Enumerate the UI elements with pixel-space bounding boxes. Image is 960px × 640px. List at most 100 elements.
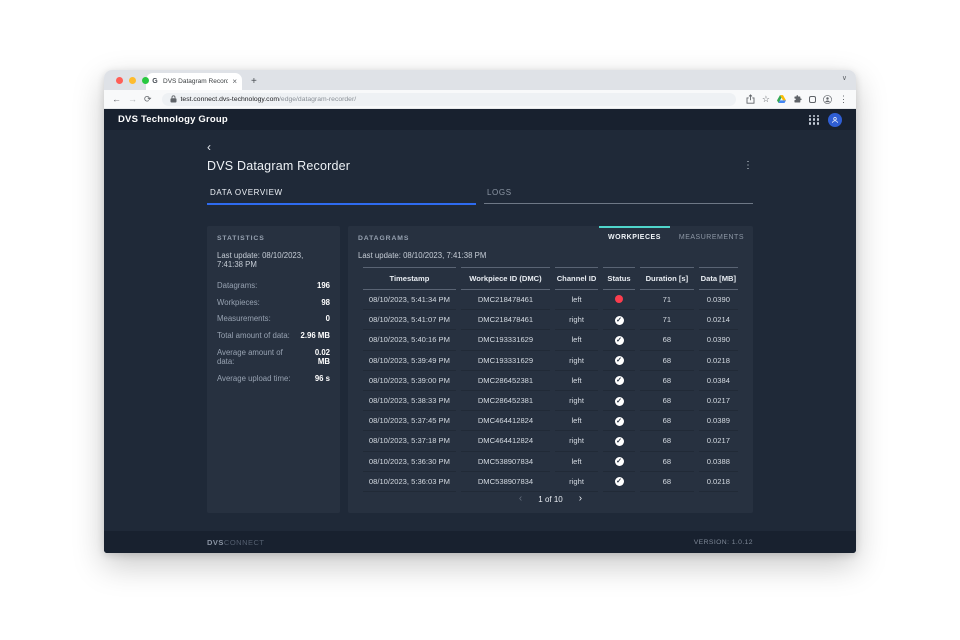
status-ok-icon: ✓ [615, 477, 624, 486]
tab-title: DVS Datagram Recorder [163, 78, 228, 85]
extensions-puzzle-icon[interactable] [793, 95, 802, 104]
column-header: Workpiece ID (DMC) [461, 267, 550, 290]
tab-workpieces[interactable]: WORKPIECES [599, 226, 670, 246]
table-row: 08/10/2023, 5:37:45 PMDMC464412824left✓6… [363, 411, 738, 431]
status-ok-icon: ✓ [615, 417, 624, 426]
page-indicator: 1 of 10 [538, 495, 562, 504]
main-tabs: DATA OVERVIEW LOGS [207, 188, 753, 205]
drive-icon[interactable] [777, 95, 786, 103]
stat-row: Measurements: 0 [217, 311, 330, 328]
stat-row: Datagrams: 196 [217, 277, 330, 294]
status-ok-icon: ✓ [615, 437, 624, 446]
back-button[interactable]: ‹ [207, 141, 211, 153]
browser-tab[interactable]: G DVS Datagram Recorder × [146, 73, 242, 90]
browser-profile-icon[interactable] [823, 95, 832, 104]
statistics-last-update: Last update: 08/10/2023, 7:41:38 PM [217, 251, 330, 269]
stat-value: 196 [317, 281, 330, 290]
close-window-button[interactable] [116, 77, 123, 84]
desktop-background: G DVS Datagram Recorder × + ∨ ← → ⟳ test… [0, 0, 960, 640]
stat-row: Average amount of data:0.02 MB [217, 344, 330, 370]
tab-logs[interactable]: LOGS [484, 188, 753, 204]
previous-page-icon[interactable]: ‹ [519, 494, 522, 504]
forward-nav-icon[interactable]: → [128, 95, 137, 104]
window-controls [116, 77, 149, 84]
table-row: 08/10/2023, 5:41:07 PMDMC218478461right✓… [363, 310, 738, 330]
datagrams-tabs: WORKPIECES MEASUREMENTS [599, 226, 753, 246]
stat-label: Measurements: [217, 314, 271, 323]
column-header: Timestamp [363, 267, 456, 290]
statistics-title: STATISTICS [217, 235, 330, 242]
close-tab-icon[interactable]: × [232, 78, 237, 86]
datagrams-card: WORKPIECES MEASUREMENTS DATAGRAMS Last u… [348, 226, 753, 513]
stat-row: Average upload time:96 s [217, 370, 330, 387]
stat-label: Workpieces: [217, 298, 260, 307]
table-row: 08/10/2023, 5:39:49 PMDMC193331629right✓… [363, 351, 738, 371]
reload-icon[interactable]: ⟳ [144, 95, 152, 104]
status-ok-icon: ✓ [615, 457, 624, 466]
status-ok-icon: ✓ [615, 336, 624, 345]
side-panel-icon[interactable] [809, 96, 816, 103]
datagrams-table: TimestampWorkpiece ID (DMC)Channel IDSta… [358, 267, 743, 492]
app-footer-bar: DVSCONNECT VERSION: 1.0.12 [104, 531, 856, 553]
status-error-icon [615, 295, 623, 303]
column-header: Channel ID [555, 267, 598, 290]
stat-value: 2.96 MB [301, 331, 330, 340]
table-row: 08/10/2023, 5:36:03 PMDMC538907834right✓… [363, 472, 738, 492]
tab-search-chevron-icon[interactable]: ∨ [842, 74, 847, 82]
column-header: Duration [s] [640, 267, 694, 290]
app-header-bar: DVS Technology Group [104, 109, 856, 130]
pagination: ‹ 1 of 10 › [348, 494, 753, 504]
browser-menu-kebab-icon[interactable]: ⋮ [839, 95, 848, 104]
table-row: 08/10/2023, 5:38:33 PMDMC286452381right✓… [363, 391, 738, 411]
status-ok-icon: ✓ [615, 376, 624, 385]
url-text: test.connect.dvs-technology.com/edge/dat… [181, 96, 357, 103]
app-viewport: DVS Technology Group ‹ DVS Datagram Reco… [104, 109, 856, 553]
footer-version: VERSION: 1.0.12 [694, 539, 753, 546]
share-icon[interactable] [746, 94, 755, 104]
status-ok-icon: ✓ [615, 316, 624, 325]
stat-row: Workpieces: 98 [217, 294, 330, 311]
table-row: 08/10/2023, 5:37:18 PMDMC464412824right✓… [363, 431, 738, 451]
back-nav-icon[interactable]: ← [112, 95, 121, 104]
tab-favicon-icon: G [151, 78, 159, 86]
table-header-row: TimestampWorkpiece ID (DMC)Channel IDSta… [363, 267, 738, 290]
brand-title: DVS Technology Group [118, 114, 228, 125]
table-row: 08/10/2023, 5:41:34 PMDMC218478461left71… [363, 290, 738, 310]
maximize-window-button[interactable] [142, 77, 149, 84]
tab-measurements[interactable]: MEASUREMENTS [670, 226, 753, 246]
page-menu-kebab-icon[interactable]: ⋮ [743, 161, 753, 171]
app-body: ‹ DVS Datagram Recorder ⋮ DATA OVERVIEW … [104, 130, 856, 531]
column-header: Status [603, 267, 635, 290]
browser-tab-strip: G DVS Datagram Recorder × + ∨ [104, 70, 856, 90]
status-ok-icon: ✓ [615, 356, 624, 365]
page-title: DVS Datagram Recorder [207, 159, 350, 173]
footer-brand: DVSCONNECT [207, 538, 265, 547]
lock-icon [170, 95, 177, 103]
apps-grid-icon[interactable] [809, 115, 819, 125]
table-row: 08/10/2023, 5:36:30 PMDMC538907834left✓6… [363, 452, 738, 472]
stat-label: Total amount of data: [217, 331, 290, 340]
table-row: 08/10/2023, 5:40:16 PMDMC193331629left✓6… [363, 330, 738, 350]
stat-label: Datagrams: [217, 281, 257, 290]
user-avatar[interactable] [828, 113, 842, 127]
stat-value: 0.02 MB [301, 348, 330, 366]
table-body: 08/10/2023, 5:41:34 PMDMC218478461left71… [363, 290, 738, 492]
browser-toolbar: ← → ⟳ test.connect.dvs-technology.com/ed… [104, 90, 856, 109]
column-header: Data [MB] [699, 267, 738, 290]
status-ok-icon: ✓ [615, 397, 624, 406]
statistics-rows: Datagrams: 196 Workpieces: 98 Measurements: 0… [217, 277, 330, 387]
next-page-icon[interactable]: › [579, 494, 582, 504]
table-row: 08/10/2023, 5:39:00 PMDMC286452381left✓6… [363, 371, 738, 391]
datagrams-last-update: Last update: 08/10/2023, 7:41:38 PM [358, 251, 743, 260]
browser-window: G DVS Datagram Recorder × + ∨ ← → ⟳ test… [104, 70, 856, 553]
stat-value: 0 [326, 314, 330, 323]
address-bar[interactable]: test.connect.dvs-technology.com/edge/dat… [162, 93, 736, 106]
statistics-card: STATISTICS Last update: 08/10/2023, 7:41… [207, 226, 340, 513]
tab-data-overview[interactable]: DATA OVERVIEW [207, 188, 476, 205]
stat-label: Average upload time: [217, 374, 291, 383]
new-tab-button[interactable]: + [251, 77, 257, 87]
minimize-window-button[interactable] [129, 77, 136, 84]
stat-label: Average amount of data: [217, 348, 301, 366]
bookmark-star-icon[interactable]: ☆ [762, 95, 770, 104]
stat-value: 98 [321, 298, 330, 307]
